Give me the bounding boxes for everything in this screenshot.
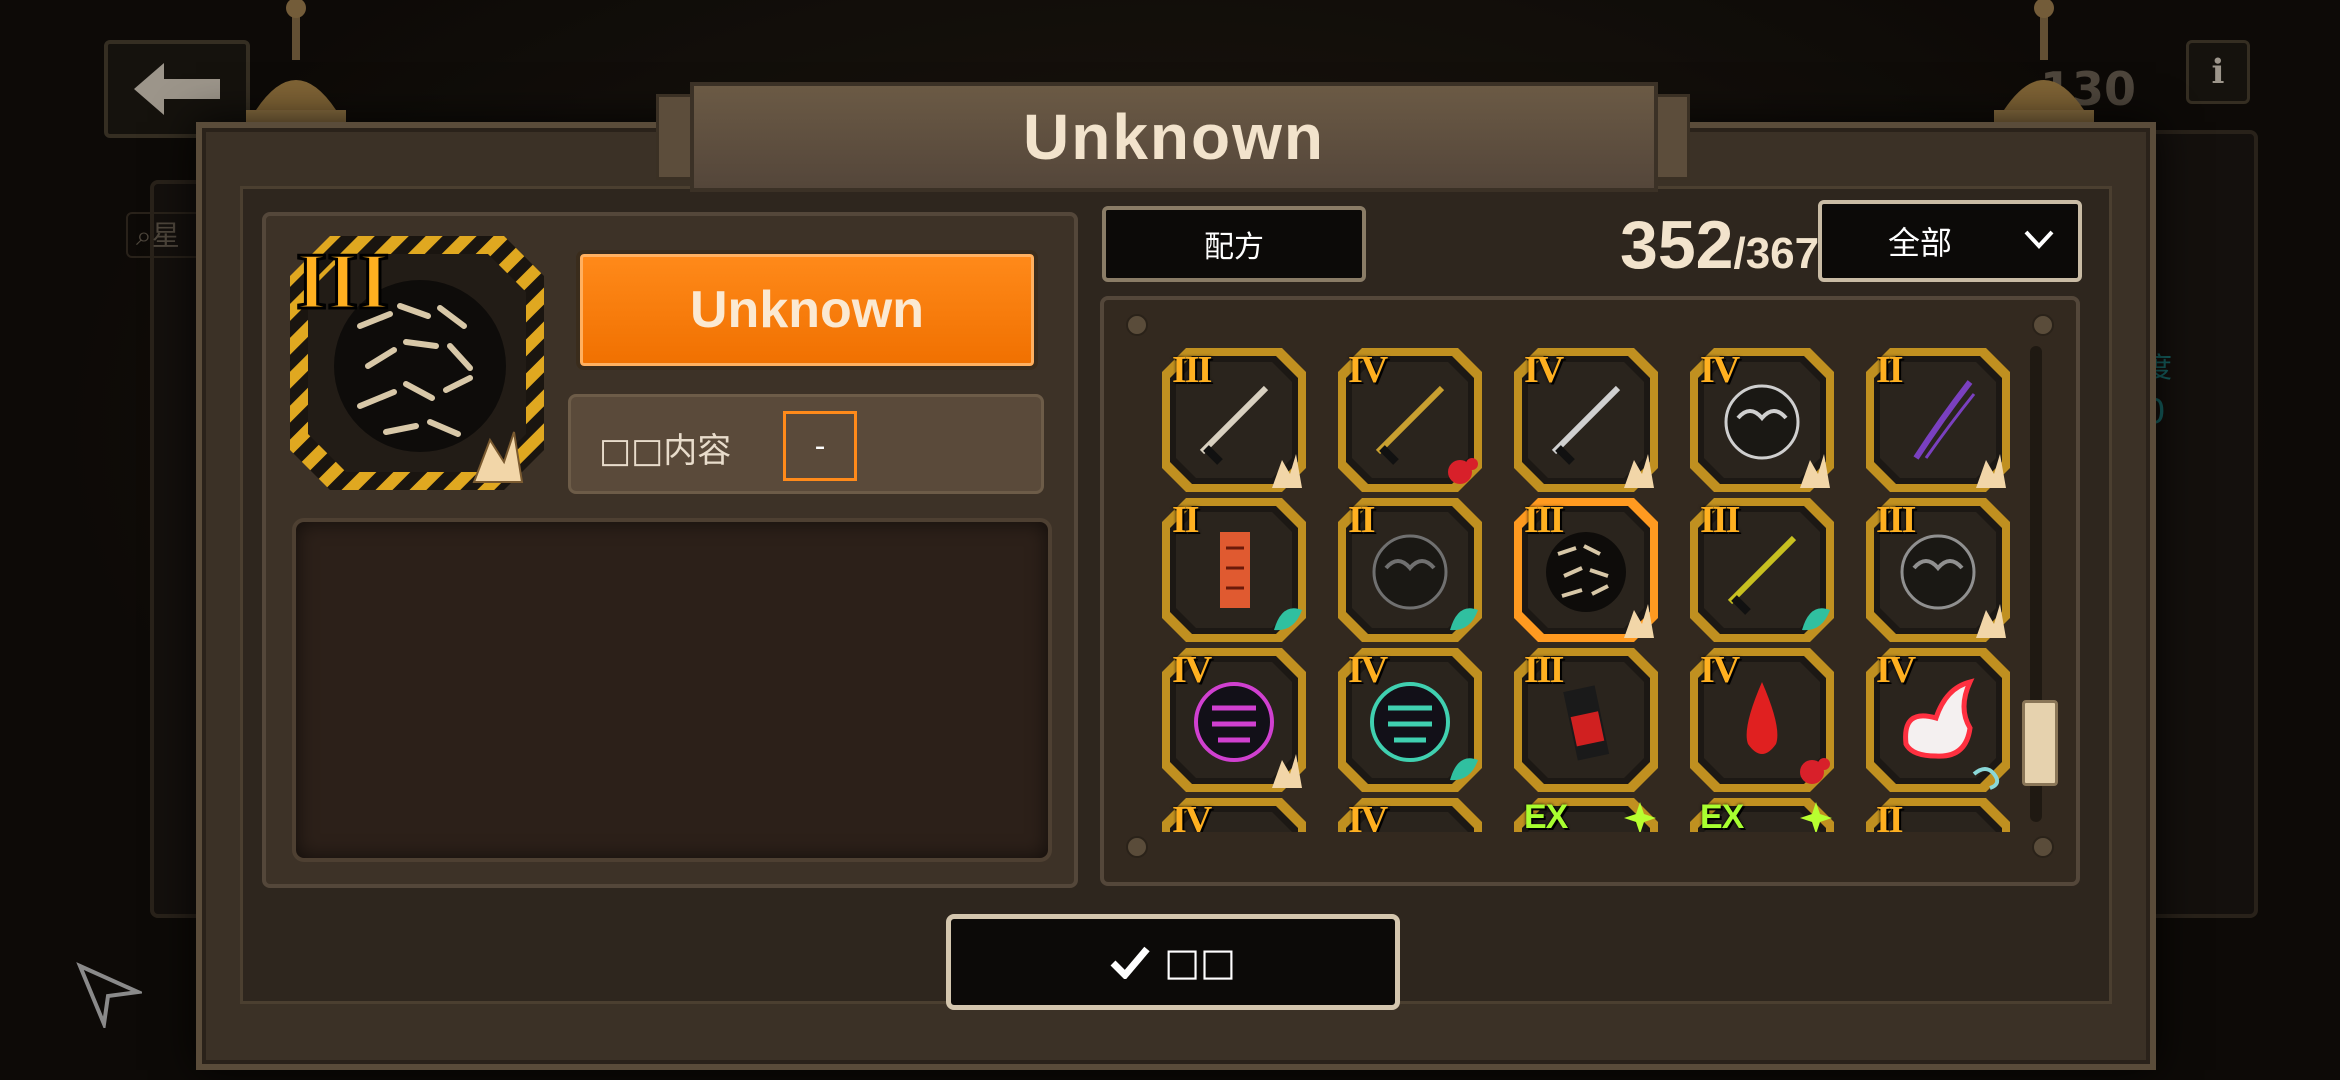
share-arrow-icon[interactable] [76,962,142,1028]
item-description-box [292,518,1052,862]
grid-item-purple-slash[interactable]: II [1866,348,2010,492]
filter-dropdown[interactable]: 全部 [1818,200,2082,282]
item-content-row: □□内容 - [568,394,1044,494]
collection-counter: 352/367 [1620,206,1819,284]
chevron-down-icon [2024,230,2054,249]
content-label: □□内容 [599,431,732,471]
grid-item-katana[interactable]: IV [1514,348,1658,492]
grid-item-sword[interactable]: IV [1162,798,1306,832]
recipe-button[interactable]: 配方 [1102,206,1366,282]
dialog-title-plate: Unknown [690,82,1658,192]
item-tier-label: III [1524,499,1564,541]
rivet [2032,836,2054,858]
grid-item-golden-katana[interactable]: IV [1338,348,1482,492]
grid-item-feather-fan[interactable]: III [1866,498,2010,642]
rivet [2032,314,2054,336]
item-tier-label: IV [1700,649,1740,691]
item-tier-label: IV [1700,349,1740,391]
item-thumbnail: III [290,236,544,490]
item-tier-label: IV [1876,649,1916,691]
grid-item-unknown[interactable]: II [1866,798,2010,832]
item-tier-label: III [1876,499,1916,541]
item-name-label: Unknown [690,281,924,339]
item-tier-label: III [296,238,389,326]
rivet [1126,836,1148,858]
item-tier-label: IV [1172,799,1212,832]
owned-count: 352 [1620,207,1734,283]
item-tier-label: II [1172,499,1200,541]
grid-scrollbar-thumb[interactable] [2022,700,2058,786]
confirm-label: □□ [1164,940,1236,984]
grid-item-white-flame[interactable]: IV [1866,648,2010,792]
grid-item-blood-drop[interactable]: IV [1690,648,1834,792]
grid-item-katana-guard[interactable]: III [1162,348,1306,492]
grid-item-magenta-sigil[interactable]: IV [1162,648,1306,792]
checkmark-icon [1110,946,1150,979]
grid-item-chains[interactable]: III [1514,498,1658,642]
grid-item-beast-head[interactable]: II [1338,498,1482,642]
grid-item-cloud-emblem[interactable]: IV [1690,348,1834,492]
item-tier-label: III [1172,349,1212,391]
item-tier-label: IV [1348,799,1388,832]
item-tier-label: III [1700,499,1740,541]
item-name-button[interactable]: Unknown [576,250,1038,370]
item-tier-label: II [1876,799,1904,832]
item-tier-label: II [1876,349,1904,391]
item-tier-label: IV [1172,649,1212,691]
item-tier-label: III [1524,649,1564,691]
item-grid: III IV IV IV II II II III III III IV IV III IV IV IV IV E… [1152,338,2032,832]
item-tier-label: EX [1700,798,1744,832]
item-tier-label: EX [1524,798,1568,832]
item-tier-label: IV [1348,349,1388,391]
content-value-box[interactable]: - [783,411,857,481]
filter-label: 全部 [1888,224,1953,262]
grid-item-red-bottle[interactable]: III [1514,648,1658,792]
dialog-title: Unknown [1023,101,1325,173]
rivet [1126,314,1148,336]
grid-item-dark-blade[interactable]: IV [1338,798,1482,832]
item-tier-label: II [1348,499,1376,541]
grid-item-talisman[interactable]: II [1162,498,1306,642]
total-count: /367 [1733,229,1820,278]
grid-item-unknown[interactable]: EX [1690,798,1834,832]
confirm-button[interactable]: □□ [946,914,1400,1010]
grid-item-unknown[interactable]: EX [1514,798,1658,832]
item-tier-label: IV [1524,349,1564,391]
item-tier-label: IV [1348,649,1388,691]
grid-item-neon-seal[interactable]: IV [1338,648,1482,792]
grid-item-black-scabbard[interactable]: III [1690,498,1834,642]
